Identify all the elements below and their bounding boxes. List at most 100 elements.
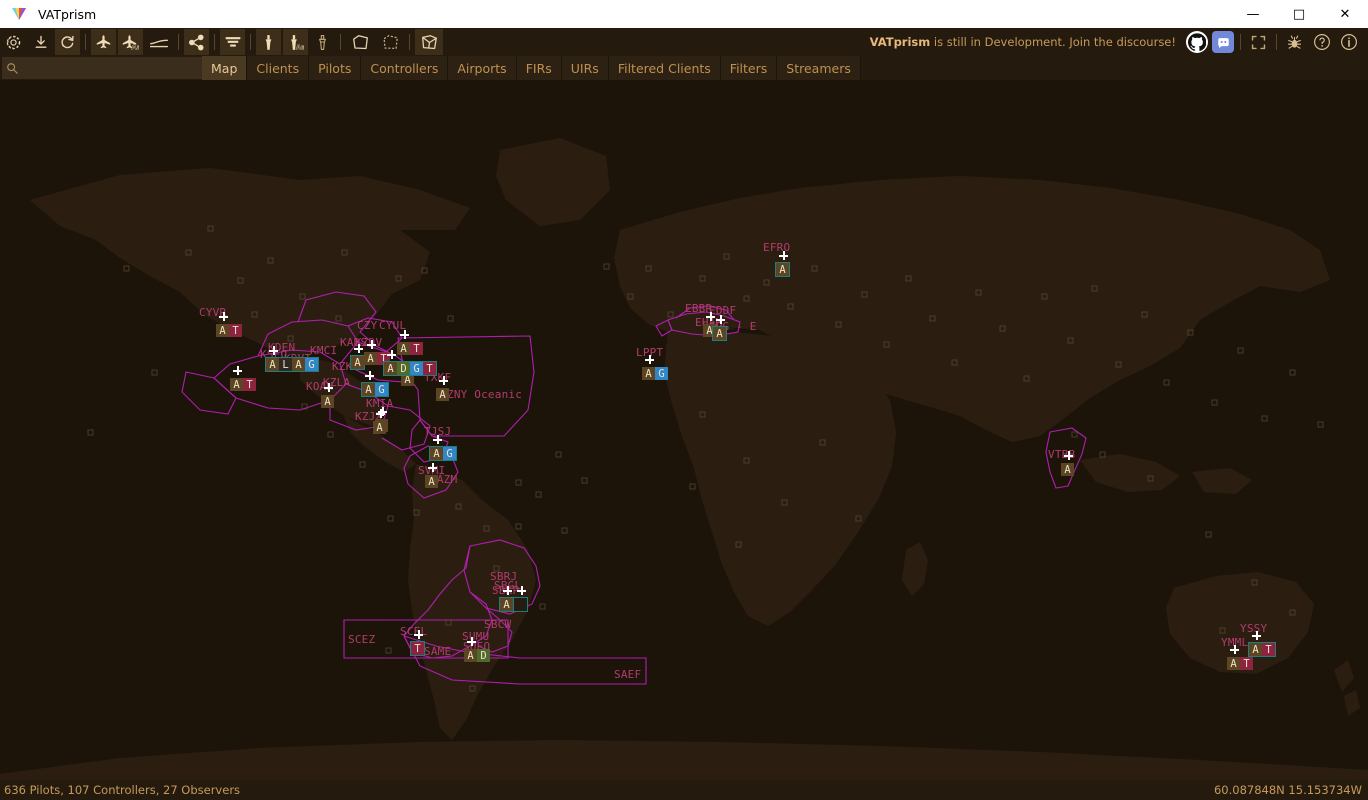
marker-cell: T — [410, 342, 423, 355]
marker-cell: G — [305, 358, 318, 371]
airport-marker-badge[interactable]: AD — [463, 648, 491, 663]
toolbar-separator-1 — [85, 34, 86, 50]
app-logo-icon — [6, 6, 32, 22]
search-and-tabs-row: Map Clients Pilots Controllers Airports … — [0, 56, 1368, 80]
airport-marker-badge[interactable]: AT — [229, 377, 257, 392]
report-bug-icon[interactable] — [1282, 29, 1307, 55]
airport-marker-badge[interactable]: A — [372, 420, 387, 435]
marker-cell — [514, 598, 527, 611]
search-icon — [6, 62, 18, 74]
toolbar-separator-6 — [409, 34, 410, 50]
filter-icon[interactable] — [220, 29, 245, 55]
toolbar-separator-7 — [1240, 34, 1241, 50]
svg-text:Aa: Aa — [131, 43, 139, 50]
marker-cell: A — [364, 352, 377, 365]
settings-icon[interactable] — [1, 29, 26, 55]
marker-cell: A — [373, 421, 386, 434]
title-bar: VATprism — □ ✕ — [0, 0, 1368, 28]
marker-cell: A — [1061, 463, 1074, 476]
minimize-button[interactable]: — — [1230, 0, 1276, 28]
marker-cell: A — [230, 378, 243, 391]
cursor-coordinates-status: 60.087848N 15.153734W — [1213, 783, 1362, 797]
tab-controllers[interactable]: Controllers — [361, 56, 449, 80]
airport-marker-badge[interactable]: AT — [1226, 656, 1254, 671]
tab-filters[interactable]: Filters — [720, 56, 778, 80]
marker-cell: T — [423, 362, 436, 375]
airport-marker-badge[interactable]: A — [775, 262, 790, 277]
tab-pilots[interactable]: Pilots — [309, 56, 362, 80]
discord-link-icon[interactable] — [1212, 31, 1234, 53]
marker-cell: G — [375, 383, 388, 396]
airport-marker-badge[interactable]: A — [424, 474, 439, 489]
marker-cell: G — [410, 362, 423, 375]
toolbar-separator-5 — [340, 34, 341, 50]
tab-filtered-clients[interactable]: Filtered Clients — [608, 56, 721, 80]
marker-cell: A — [642, 367, 655, 380]
tower-labels-icon[interactable]: Aa — [283, 29, 308, 55]
close-button[interactable]: ✕ — [1322, 0, 1368, 28]
about-icon[interactable] — [1336, 29, 1361, 55]
show-towers-icon[interactable] — [256, 29, 281, 55]
help-icon[interactable] — [1309, 29, 1334, 55]
download-icon[interactable] — [28, 29, 53, 55]
toolbar-right-group: VATprism is still in Development. Join t… — [870, 29, 1368, 55]
show-pilots-icon[interactable] — [91, 29, 116, 55]
uncontrolled-tower-icon[interactable] — [310, 29, 335, 55]
marker-cell: T — [243, 378, 256, 391]
airport-marker-badge[interactable] — [513, 597, 528, 612]
airport-marker-badge[interactable]: A — [499, 597, 514, 612]
pilot-labels-icon[interactable]: Aa — [118, 29, 143, 55]
airport-marker-badge[interactable]: A — [435, 387, 450, 402]
search-input[interactable] — [22, 61, 192, 75]
tab-streamers[interactable]: Streamers — [777, 56, 861, 80]
svg-text:Aa: Aa — [296, 43, 304, 50]
toolbar-separator-3 — [214, 34, 215, 50]
world-map[interactable]: CYVRCZYCYULKZDVKADSKDENKMCIKSFOKDVTKZKKO… — [0, 80, 1368, 780]
toolbar-separator-2 — [178, 34, 179, 50]
search-box[interactable] — [2, 57, 202, 79]
reload-icon[interactable] — [55, 29, 80, 55]
marker-cell: G — [443, 447, 456, 460]
airport-marker-badge[interactable]: A — [320, 394, 335, 409]
marker-cell: A — [321, 395, 334, 408]
sectors-icon[interactable] — [415, 29, 443, 55]
window-title: VATprism — [38, 6, 97, 22]
airport-marker-badge[interactable]: T — [410, 641, 425, 656]
marker-cell: A — [500, 598, 513, 611]
tab-uirs[interactable]: UIRs — [561, 56, 609, 80]
toolbar-separator-4 — [250, 34, 251, 50]
airport-marker-badge[interactable]: A — [1060, 462, 1075, 477]
airport-marker-badge[interactable]: AG — [361, 382, 389, 397]
uirs-icon[interactable] — [376, 29, 404, 55]
tab-clients[interactable]: Clients — [247, 56, 310, 80]
tab-bar: Map Clients Pilots Controllers Airports … — [202, 56, 861, 80]
firs-icon[interactable] — [346, 29, 374, 55]
status-bar: 636 Pilots, 107 Controllers, 27 Observer… — [0, 780, 1368, 800]
flight-paths-icon[interactable] — [145, 29, 173, 55]
airport-marker-badge[interactable]: AT — [215, 323, 243, 338]
maximize-button[interactable]: □ — [1276, 0, 1322, 28]
share-icon[interactable] — [184, 29, 209, 55]
tab-map[interactable]: Map — [202, 56, 248, 80]
toolbar-separator-8 — [1276, 34, 1277, 50]
fullscreen-icon[interactable] — [1246, 29, 1271, 55]
airport-marker-badge[interactable]: ALAG — [265, 357, 319, 372]
marker-cell: T — [1240, 657, 1253, 670]
github-link-icon[interactable] — [1186, 31, 1208, 53]
airport-marker-badge[interactable]: ADGT — [383, 361, 437, 376]
tab-airports[interactable]: Airports — [448, 56, 517, 80]
airport-marker-badge[interactable]: AG — [429, 446, 457, 461]
marker-cell: A — [384, 362, 397, 375]
airport-marker-badge[interactable]: AT — [1248, 642, 1276, 657]
marker-cell: L — [279, 358, 292, 371]
marker-cell: T — [411, 642, 424, 655]
marker-cell: D — [397, 362, 410, 375]
airport-marker-badge[interactable]: AT — [396, 341, 424, 356]
marker-cell: A — [425, 475, 438, 488]
airport-marker-badge[interactable]: AG — [641, 366, 669, 381]
airport-marker-badge[interactable]: A — [712, 326, 727, 341]
marker-cell: A — [436, 388, 449, 401]
tab-firs[interactable]: FIRs — [516, 56, 562, 80]
marker-cell: T — [229, 324, 242, 337]
marker-cell: A — [1227, 657, 1240, 670]
